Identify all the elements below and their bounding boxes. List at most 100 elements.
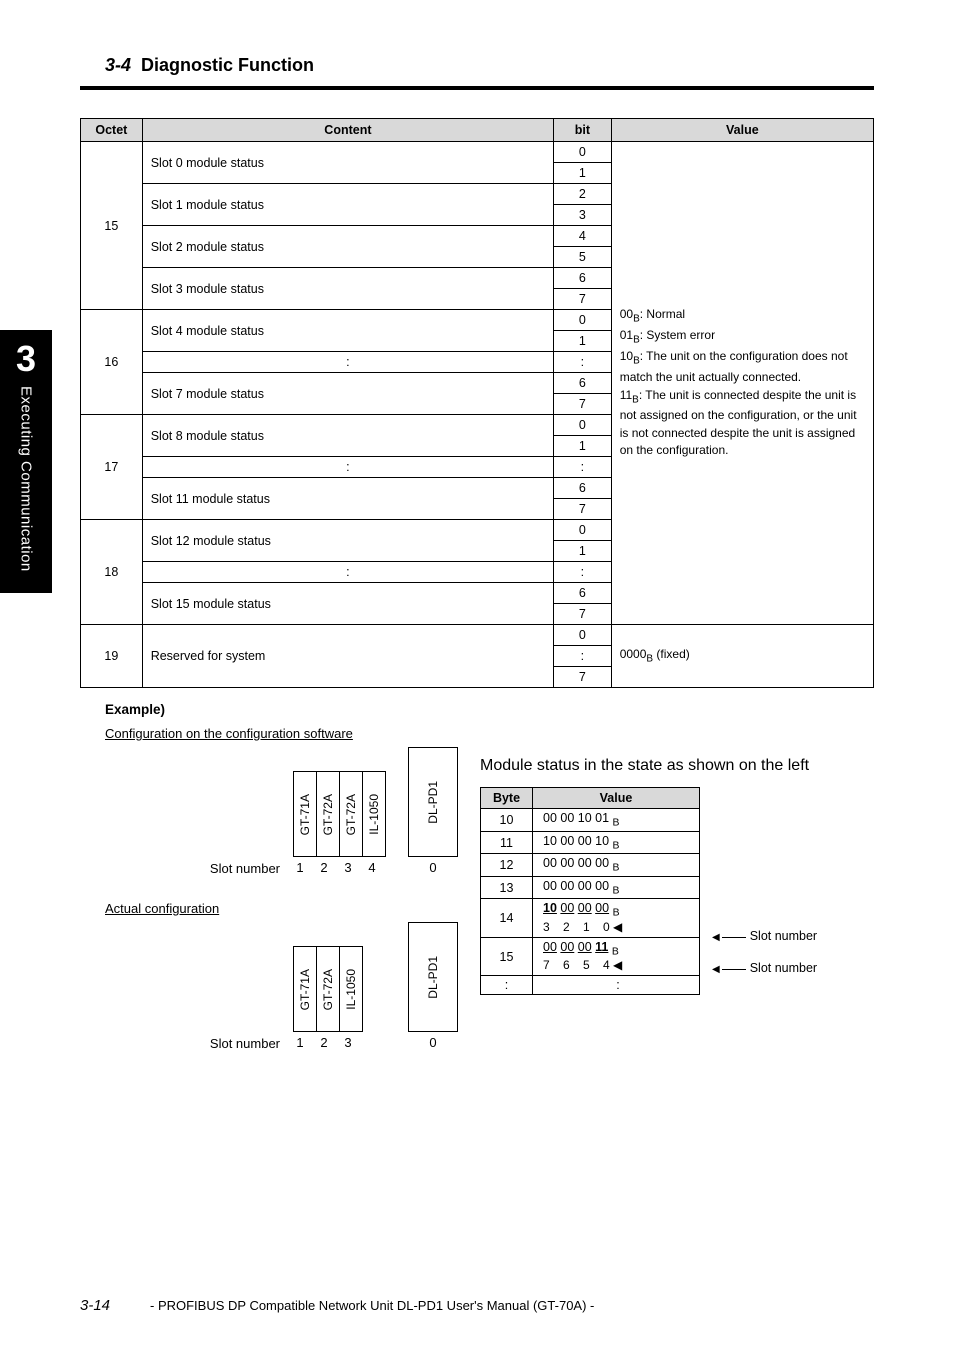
side-tab: 3 Executing Communication — [0, 330, 52, 593]
octet-cell: 16 — [81, 310, 143, 415]
section-title: 3-4 Diagnostic Function — [105, 55, 954, 76]
byte-value-cell: 10 00 00 00 B 3 2 1 0 ◀ — [533, 899, 700, 938]
bit-cell: 6 — [554, 373, 612, 394]
content-cell: : — [142, 457, 553, 478]
module-label: GT-72A — [321, 969, 335, 1010]
slot-number — [360, 1035, 384, 1053]
module-box: DL-PD1 — [408, 922, 458, 1032]
slot-number: 2 — [312, 860, 336, 878]
content-cell: Slot 12 module status — [142, 520, 553, 562]
module-label: GT-72A — [321, 794, 335, 835]
slot-number: 1 — [288, 1035, 312, 1053]
content-cell: Slot 4 module status — [142, 310, 553, 352]
module-box — [362, 946, 386, 1032]
value-fixed-cell: 0000B (fixed) — [611, 625, 873, 688]
arrow-slot-2: Slot number — [712, 961, 817, 975]
module-label: GT-72A — [344, 794, 358, 835]
th-byte-value: Value — [533, 788, 700, 809]
slot-number: 1 — [288, 860, 312, 878]
config-slot-numbers: 12340 — [288, 860, 458, 878]
bit-cell: 6 — [554, 478, 612, 499]
content-cell: Slot 7 module status — [142, 373, 553, 415]
actual-modules: GT-71A GT-72A IL-1050 DL-PD1 — [294, 922, 458, 1032]
byte-value-cell: : — [533, 976, 700, 995]
content-cell: Slot 1 module status — [142, 184, 553, 226]
config-modules: GT-71A GT-72A GT-72A IL-1050 DL-PD1 — [294, 747, 458, 857]
slot-number: 3 — [336, 860, 360, 878]
arrow-slot-1: Slot number — [712, 929, 817, 943]
bit-cell: 0 — [554, 520, 612, 541]
module-box: IL-1050 — [362, 771, 386, 857]
module-label: DL-PD1 — [426, 781, 440, 824]
config-sw-label: Configuration on the configuration softw… — [105, 725, 458, 743]
module-box: GT-72A — [316, 771, 340, 857]
actual-diagram: GT-71A GT-72A IL-1050 DL-PD1 — [105, 922, 458, 1032]
byte-value-cell: 00 00 00 00 B — [533, 854, 700, 877]
footer-text: - PROFIBUS DP Compatible Network Unit DL… — [150, 1298, 954, 1313]
slot-number: 4 — [360, 860, 384, 878]
content-cell: : — [142, 562, 553, 583]
byte-cell: 10 — [481, 809, 533, 832]
example-label: Example) — [105, 702, 954, 717]
content-cell: Slot 0 module status — [142, 142, 553, 184]
content-cell: Slot 15 module status — [142, 583, 553, 625]
th-content: Content — [142, 119, 553, 142]
byte-cell: : — [481, 976, 533, 995]
bit-cell: : — [554, 457, 612, 478]
config-diagram: GT-71A GT-72A GT-72A IL-1050 DL-PD1 — [105, 747, 458, 857]
module-label: GT-71A — [298, 794, 312, 835]
content-cell: : — [142, 352, 553, 373]
bit-cell: 7 — [554, 394, 612, 415]
module-label: DL-PD1 — [426, 956, 440, 999]
bit-cell: : — [554, 646, 612, 667]
bit-cell: 7 — [554, 289, 612, 310]
example-left: Configuration on the configuration softw… — [0, 725, 458, 1053]
module-box: GT-72A — [316, 946, 340, 1032]
module-label: IL-1050 — [367, 794, 381, 835]
module-box — [385, 771, 409, 857]
bit-cell: 6 — [554, 583, 612, 604]
bit-cell: 0 — [554, 310, 612, 331]
bit-cell: 7 — [554, 499, 612, 520]
byte-table-wrap: Byte Value 1000 00 10 01 B1110 00 00 10 … — [480, 787, 878, 995]
section-header: 3-4 Diagnostic Function — [0, 0, 954, 76]
page-footer: 3-14 - PROFIBUS DP Compatible Network Un… — [0, 1297, 954, 1314]
section-number: 3-4 — [105, 55, 131, 75]
byte-value-cell: 00 00 10 01 B — [533, 809, 700, 832]
module-box: GT-71A — [293, 771, 317, 857]
content-cell: Slot 8 module status — [142, 415, 553, 457]
byte-cell: 13 — [481, 876, 533, 899]
bit-cell: 0 — [554, 142, 612, 163]
module-box: GT-72A — [339, 771, 363, 857]
example-right: Module status in the state as shown on t… — [458, 725, 878, 1053]
bit-cell: 7 — [554, 667, 612, 688]
byte-value-cell: 00 00 00 00 B — [533, 876, 700, 899]
byte-value-cell: 10 00 00 10 B — [533, 831, 700, 854]
slot-number — [384, 860, 408, 878]
diagnostic-table: Octet Content bit Value 15Slot 0 module … — [80, 118, 874, 688]
content-cell: Reserved for system — [142, 625, 553, 688]
byte-value-cell: 00 00 00 11 B 7 6 5 4 ◀ — [533, 937, 700, 976]
content-cell: Slot 3 module status — [142, 268, 553, 310]
module-label: IL-1050 — [344, 969, 358, 1010]
bit-cell: 4 — [554, 226, 612, 247]
bit-cell: 2 — [554, 184, 612, 205]
slot-number-label-1: Slot number — [105, 857, 288, 878]
module-box: DL-PD1 — [408, 747, 458, 857]
chapter-number: 3 — [0, 338, 52, 380]
bit-cell: 1 — [554, 541, 612, 562]
value-desc-cell: 00B: Normal01B: System error10B: The uni… — [611, 142, 873, 625]
byte-cell: 11 — [481, 831, 533, 854]
byte-table: Byte Value 1000 00 10 01 B1110 00 00 10 … — [480, 787, 700, 995]
slot-number: 3 — [336, 1035, 360, 1053]
bit-cell: : — [554, 562, 612, 583]
slot-number: 2 — [312, 1035, 336, 1053]
module-label: GT-71A — [298, 969, 312, 1010]
th-byte: Byte — [481, 788, 533, 809]
module-box — [385, 946, 409, 1032]
actual-config-label: Actual configuration — [105, 900, 458, 918]
bit-cell: 6 — [554, 268, 612, 289]
bit-cell: 7 — [554, 604, 612, 625]
module-box: IL-1050 — [339, 946, 363, 1032]
slot-number — [384, 1035, 408, 1053]
